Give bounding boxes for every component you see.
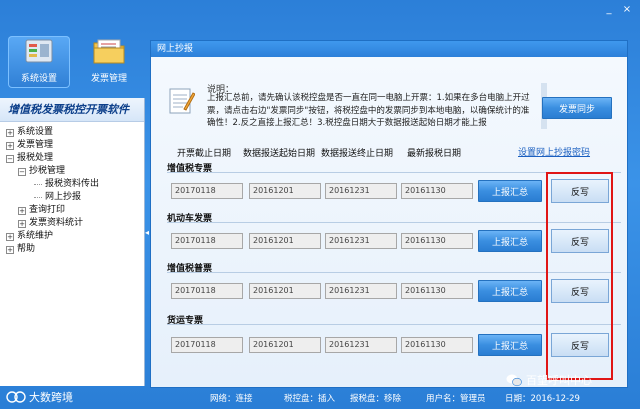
dialog-title: 网上抄报: [151, 41, 627, 57]
col-header-report-start: 数据报送起始日期: [243, 149, 316, 159]
invoice-sync-button[interactable]: 发票同步: [542, 97, 612, 119]
col-header-report-end: 数据报送终止日期: [321, 149, 394, 159]
field-latest-report: 20161130: [401, 183, 473, 199]
tree-line-icon: [34, 197, 42, 198]
system-settings-label: 系统设置: [20, 74, 57, 84]
field-report-end: 20161231: [325, 183, 397, 199]
minimize-button[interactable]: _: [602, 4, 616, 16]
invoice-folder-icon: [91, 36, 127, 66]
nav-title: 增值税发票税控开票软件: [0, 98, 144, 122]
field-report-start: 20161201: [249, 233, 321, 249]
field-report-end: 20161231: [325, 233, 397, 249]
online-copy-report-dialog: 网上抄报 说明： 上报汇总前，请先确认该税控盘是否一直在同一电脑上开票：1.如果…: [150, 40, 628, 388]
upload-summary-button[interactable]: 上报汇总: [478, 230, 542, 252]
expand-icon[interactable]: +: [6, 232, 14, 241]
nav-item-system-maintenance[interactable]: + 系统维护: [0, 230, 144, 243]
field-report-start: 20161201: [249, 283, 321, 299]
upload-summary-button[interactable]: 上报汇总: [478, 334, 542, 356]
expand-icon[interactable]: +: [6, 128, 14, 137]
col-header-issue-deadline: 开票截止日期: [177, 149, 232, 159]
nav-item-invoice-management[interactable]: + 发票管理: [0, 139, 144, 152]
upload-summary-button[interactable]: 上报汇总: [478, 280, 542, 302]
field-issue-deadline: 20170118: [171, 233, 243, 249]
nav-item-tax-processing[interactable]: − 报税处理: [0, 152, 144, 165]
status-date: 日期：2016-12-29: [505, 394, 580, 404]
window-controls: _ ×: [598, 4, 634, 16]
collapse-icon[interactable]: −: [18, 167, 26, 176]
nav-item-help[interactable]: + 帮助: [0, 243, 144, 256]
note-text: 上报汇总前，请先确认该税控盘是否一直在同一电脑上开票：1.如果在多台电脑上开过票…: [207, 93, 530, 128]
field-report-start: 20161201: [249, 337, 321, 353]
expand-icon[interactable]: +: [18, 206, 26, 215]
expand-icon[interactable]: +: [6, 245, 14, 254]
system-settings-tool[interactable]: 系统设置: [8, 36, 70, 88]
writeback-highlight-box: [546, 172, 613, 380]
status-bar: 网络：连接 税控盘：插入 报税盘：移除 用户名：管理员 日期：2016-12-2…: [150, 390, 640, 409]
field-latest-report: 20161130: [401, 283, 473, 299]
nav-item-query-print[interactable]: + 查询打印: [0, 204, 144, 217]
nav-tree: + 系统设置 + 发票管理 − 报税处理 − 抄税管理 报税资料传出 网上抄报 + 查询打…: [0, 122, 144, 256]
invoice-management-label: 发票管理: [90, 74, 127, 84]
brand-logo-icon: [6, 391, 26, 403]
field-latest-report: 20161130: [401, 337, 473, 353]
nav-item-invoice-statistics[interactable]: + 发票资料统计: [0, 217, 144, 230]
nav-item-system-settings[interactable]: + 系统设置: [0, 126, 144, 139]
field-issue-deadline: 20170118: [171, 183, 243, 199]
field-report-end: 20161231: [325, 283, 397, 299]
notepad-icon: [169, 87, 196, 115]
status-tax-disk: 税控盘：插入: [284, 394, 336, 404]
collapse-icon[interactable]: −: [6, 154, 14, 163]
nav-panel: 增值税发票税控开票软件 + 系统设置 + 发票管理 − 报税处理 − 抄税管理 报税资料…: [0, 98, 145, 386]
wechat-icon: [506, 374, 522, 387]
field-latest-report: 20161130: [401, 233, 473, 249]
invoice-management-tool[interactable]: 发票管理: [78, 36, 140, 88]
upload-summary-button[interactable]: 上报汇总: [478, 180, 542, 202]
set-password-link[interactable]: 设置网上抄报密码: [518, 145, 590, 158]
col-header-latest-report: 最新报税日期: [407, 149, 462, 159]
brand-watermark: 大数跨境: [6, 389, 73, 405]
status-report-disk: 报税盘：移除: [350, 394, 402, 404]
nav-item-tax-data-export[interactable]: 报税资料传出: [0, 178, 144, 191]
field-report-start: 20161201: [249, 183, 321, 199]
field-issue-deadline: 20170118: [171, 337, 243, 353]
settings-panel-icon: [21, 36, 57, 66]
field-issue-deadline: 20170118: [171, 283, 243, 299]
nav-item-online-copy-report[interactable]: 网上抄报: [0, 191, 144, 204]
callcenter-watermark: 百望呼叫中心: [506, 372, 592, 388]
tree-line-icon: [34, 184, 42, 185]
expand-icon[interactable]: +: [18, 219, 26, 228]
status-network: 网络：连接: [210, 394, 253, 404]
nav-item-copy-tax[interactable]: − 抄税管理: [0, 165, 144, 178]
field-report-end: 20161231: [325, 337, 397, 353]
status-user: 用户名：管理员: [426, 394, 486, 404]
dialog-body: 说明： 上报汇总前，请先确认该税控盘是否一直在同一电脑上开票：1.如果在多台电脑…: [151, 57, 627, 387]
close-button[interactable]: ×: [620, 4, 634, 16]
expand-icon[interactable]: +: [6, 141, 14, 150]
